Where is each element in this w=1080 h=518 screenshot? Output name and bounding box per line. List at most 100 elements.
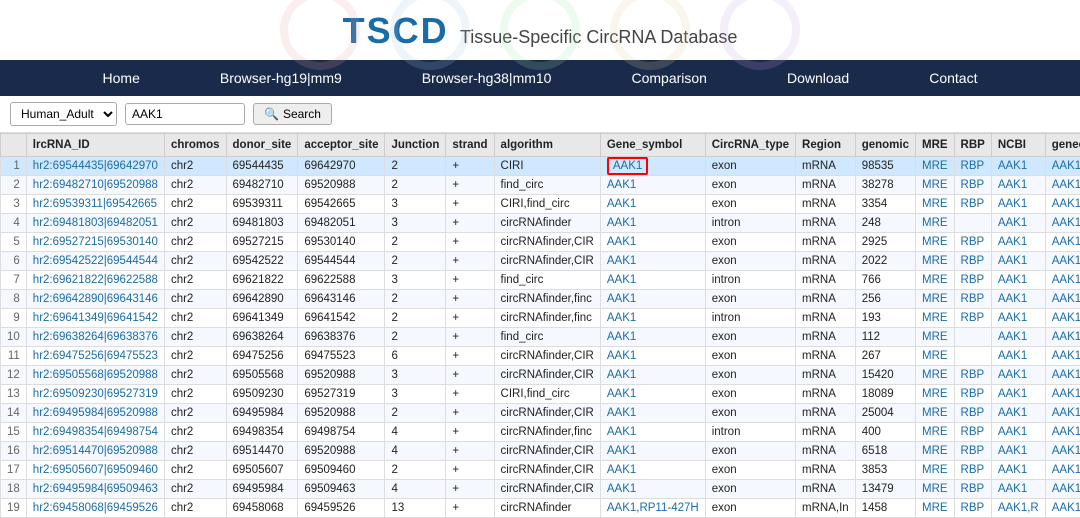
id-cell[interactable]: hr2:69527215|69530140 bbox=[26, 233, 164, 252]
gene-cell[interactable]: AAK1 bbox=[600, 271, 705, 290]
rbp-cell[interactable]: RBP bbox=[954, 480, 991, 499]
ncbi-cell[interactable]: AAK1 bbox=[991, 480, 1045, 499]
mre-cell[interactable]: MRE bbox=[915, 480, 954, 499]
rbp-cell[interactable]: RBP bbox=[954, 309, 991, 328]
mre-cell[interactable]: MRE bbox=[915, 328, 954, 347]
ncbi-cell[interactable]: AAK1 bbox=[991, 366, 1045, 385]
rbp-cell[interactable]: RBP bbox=[954, 499, 991, 518]
genecards-cell[interactable]: AAK1 bbox=[1045, 499, 1080, 518]
nav-contact[interactable]: Contact bbox=[889, 60, 1017, 96]
id-cell[interactable]: hr2:69638264|69638376 bbox=[26, 328, 164, 347]
gene-cell[interactable]: AAK1 bbox=[600, 290, 705, 309]
id-cell[interactable]: hr2:69642890|69643146 bbox=[26, 290, 164, 309]
genecards-cell[interactable]: AAK1 bbox=[1045, 309, 1080, 328]
genecards-cell[interactable]: AAK1 bbox=[1045, 233, 1080, 252]
id-cell[interactable]: hr2:69495984|69520988 bbox=[26, 404, 164, 423]
ncbi-cell[interactable]: AAK1,R bbox=[991, 499, 1045, 518]
ncbi-cell[interactable]: AAK1 bbox=[991, 195, 1045, 214]
gene-search-input[interactable] bbox=[125, 103, 245, 125]
nav-home[interactable]: Home bbox=[63, 60, 180, 96]
genecards-cell[interactable]: AAK1 bbox=[1045, 214, 1080, 233]
mre-cell[interactable]: MRE bbox=[915, 290, 954, 309]
ncbi-cell[interactable]: AAK1 bbox=[991, 347, 1045, 366]
ncbi-cell[interactable]: AAK1 bbox=[991, 252, 1045, 271]
id-cell[interactable]: hr2:69482710|69520988 bbox=[26, 176, 164, 195]
rbp-cell[interactable]: RBP bbox=[954, 157, 991, 176]
mre-cell[interactable]: MRE bbox=[915, 195, 954, 214]
ncbi-cell[interactable]: AAK1 bbox=[991, 423, 1045, 442]
mre-cell[interactable]: MRE bbox=[915, 157, 954, 176]
gene-cell[interactable]: AAK1 bbox=[600, 480, 705, 499]
ncbi-cell[interactable]: AAK1 bbox=[991, 214, 1045, 233]
gene-cell[interactable]: AAK1 bbox=[600, 176, 705, 195]
gene-cell[interactable]: AAK1 bbox=[600, 423, 705, 442]
rbp-cell[interactable]: RBP bbox=[954, 195, 991, 214]
genecards-cell[interactable]: AAK1 bbox=[1045, 176, 1080, 195]
gene-cell[interactable]: AAK1 bbox=[600, 252, 705, 271]
nav-browser-hg38[interactable]: Browser-hg38|mm10 bbox=[382, 60, 592, 96]
genecards-cell[interactable]: AAK1 bbox=[1045, 480, 1080, 499]
mre-cell[interactable]: MRE bbox=[915, 404, 954, 423]
id-cell[interactable]: hr2:69475256|69475523 bbox=[26, 347, 164, 366]
rbp-cell[interactable]: RBP bbox=[954, 442, 991, 461]
gene-cell[interactable]: AAK1 bbox=[600, 328, 705, 347]
genecards-cell[interactable]: AAK1 bbox=[1045, 442, 1080, 461]
rbp-cell[interactable]: RBP bbox=[954, 423, 991, 442]
id-cell[interactable]: hr2:69621822|69622588 bbox=[26, 271, 164, 290]
mre-cell[interactable]: MRE bbox=[915, 442, 954, 461]
mre-cell[interactable]: MRE bbox=[915, 252, 954, 271]
ncbi-cell[interactable]: AAK1 bbox=[991, 309, 1045, 328]
id-cell[interactable]: hr2:69481803|69482051 bbox=[26, 214, 164, 233]
gene-cell[interactable]: AAK1 bbox=[600, 347, 705, 366]
genecards-cell[interactable]: AAK1 bbox=[1045, 271, 1080, 290]
genecards-cell[interactable]: AAK1 bbox=[1045, 385, 1080, 404]
genecards-cell[interactable]: AAK1 bbox=[1045, 404, 1080, 423]
genecards-cell[interactable]: AAK1 bbox=[1045, 423, 1080, 442]
gene-cell[interactable]: AAK1 bbox=[600, 404, 705, 423]
mre-cell[interactable]: MRE bbox=[915, 214, 954, 233]
species-select[interactable]: Human_AdultHuman_FetalMouse_AdultMouse_F… bbox=[10, 102, 117, 126]
mre-cell[interactable]: MRE bbox=[915, 385, 954, 404]
id-cell[interactable]: hr2:69641349|69641542 bbox=[26, 309, 164, 328]
id-cell[interactable]: hr2:69514470|69520988 bbox=[26, 442, 164, 461]
ncbi-cell[interactable]: AAK1 bbox=[991, 176, 1045, 195]
rbp-cell[interactable]: RBP bbox=[954, 252, 991, 271]
rbp-cell[interactable]: RBP bbox=[954, 366, 991, 385]
mre-cell[interactable]: MRE bbox=[915, 366, 954, 385]
rbp-cell[interactable]: RBP bbox=[954, 176, 991, 195]
gene-cell[interactable]: AAK1 bbox=[600, 442, 705, 461]
ncbi-cell[interactable]: AAK1 bbox=[991, 157, 1045, 176]
mre-cell[interactable]: MRE bbox=[915, 461, 954, 480]
mre-cell[interactable]: MRE bbox=[915, 176, 954, 195]
mre-cell[interactable]: MRE bbox=[915, 499, 954, 518]
mre-cell[interactable]: MRE bbox=[915, 309, 954, 328]
id-cell[interactable]: hr2:69539311|69542665 bbox=[26, 195, 164, 214]
gene-cell[interactable]: AAK1 bbox=[600, 195, 705, 214]
ncbi-cell[interactable]: AAK1 bbox=[991, 328, 1045, 347]
rbp-cell[interactable]: RBP bbox=[954, 461, 991, 480]
genecards-cell[interactable]: AAK1 bbox=[1045, 461, 1080, 480]
ncbi-cell[interactable]: AAK1 bbox=[991, 442, 1045, 461]
mre-cell[interactable]: MRE bbox=[915, 233, 954, 252]
genecards-cell[interactable]: AAK1 bbox=[1045, 347, 1080, 366]
mre-cell[interactable]: MRE bbox=[915, 271, 954, 290]
ncbi-cell[interactable]: AAK1 bbox=[991, 404, 1045, 423]
gene-cell[interactable]: AAK1 bbox=[600, 309, 705, 328]
genecards-cell[interactable]: AAK1 bbox=[1045, 290, 1080, 309]
gene-cell[interactable]: AAK1 bbox=[600, 366, 705, 385]
genecards-cell[interactable]: AAK1 bbox=[1045, 366, 1080, 385]
rbp-cell[interactable]: RBP bbox=[954, 404, 991, 423]
id-cell[interactable]: hr2:69458068|69459526 bbox=[26, 499, 164, 518]
ncbi-cell[interactable]: AAK1 bbox=[991, 290, 1045, 309]
mre-cell[interactable]: MRE bbox=[915, 347, 954, 366]
id-cell[interactable]: hr2:69495984|69509463 bbox=[26, 480, 164, 499]
genecards-cell[interactable]: AAK1 bbox=[1045, 252, 1080, 271]
nav-comparison[interactable]: Comparison bbox=[591, 60, 746, 96]
genecards-cell[interactable]: AAK1 bbox=[1045, 328, 1080, 347]
ncbi-cell[interactable]: AAK1 bbox=[991, 233, 1045, 252]
ncbi-cell[interactable]: AAK1 bbox=[991, 385, 1045, 404]
search-button[interactable]: 🔍 Search bbox=[253, 103, 332, 125]
gene-cell[interactable]: AAK1 bbox=[600, 214, 705, 233]
nav-browser-hg19[interactable]: Browser-hg19|mm9 bbox=[180, 60, 382, 96]
gene-cell[interactable]: AAK1 bbox=[600, 157, 705, 176]
